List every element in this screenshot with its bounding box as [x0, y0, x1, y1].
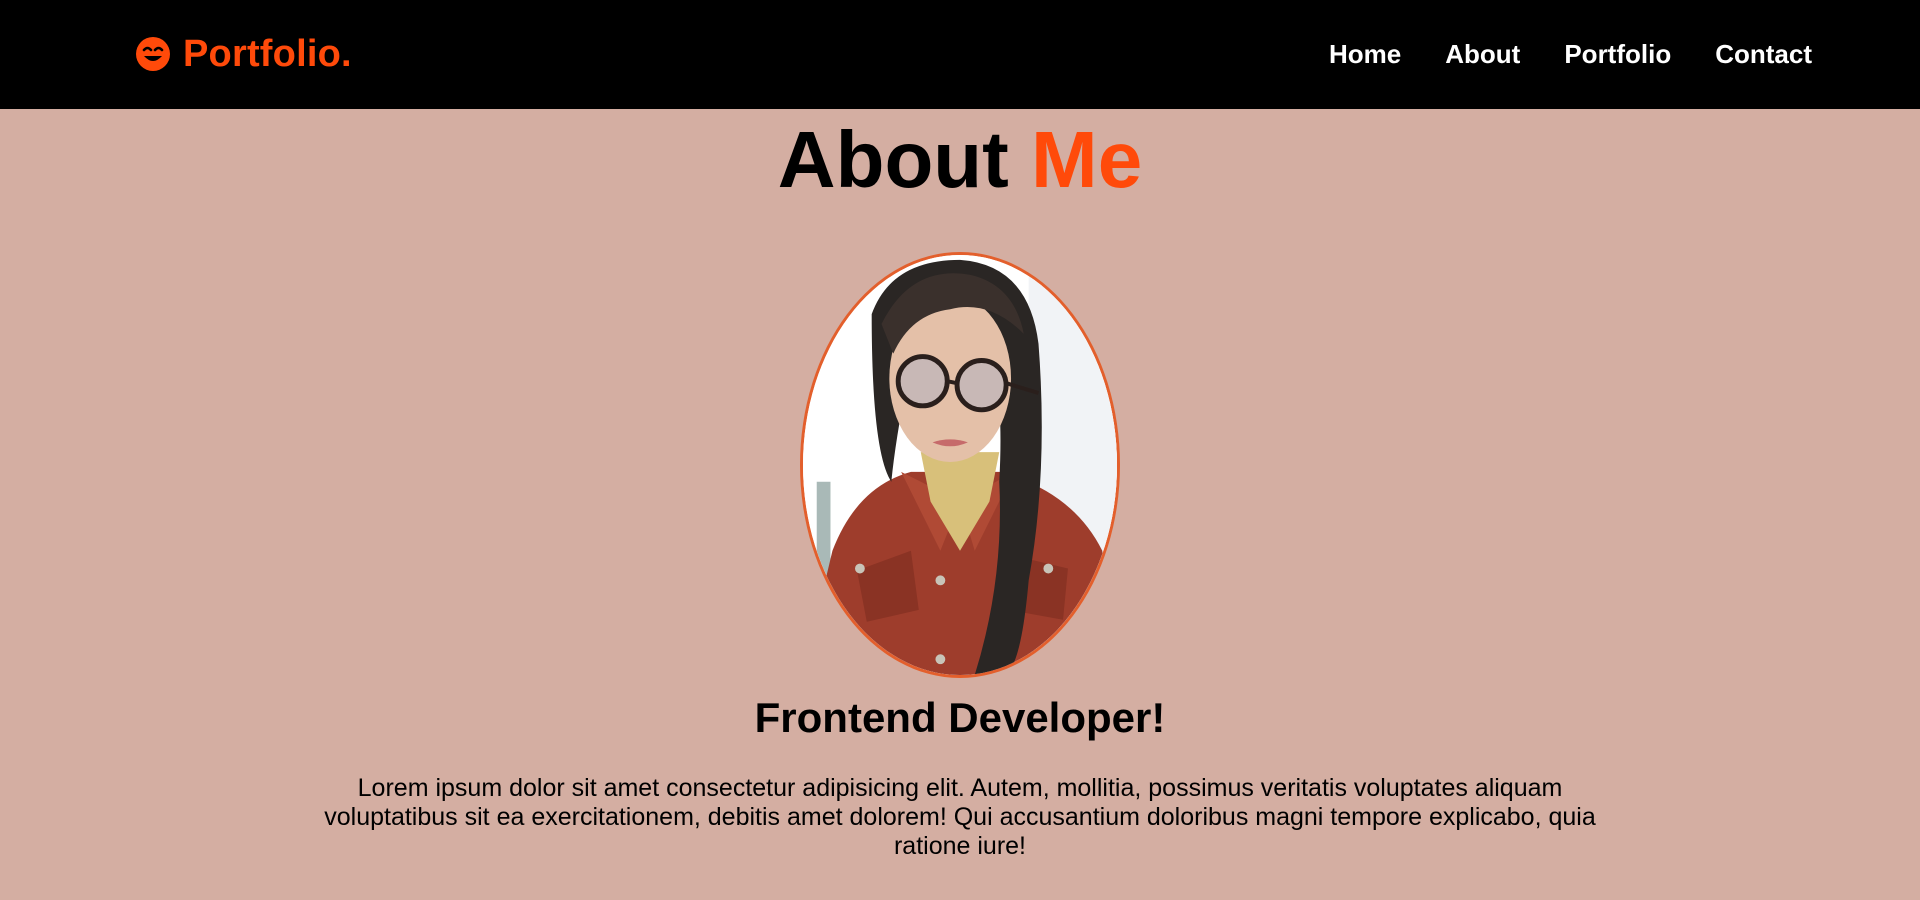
role-title: Frontend Developer! [754, 694, 1166, 741]
brand-name: Portfolio. [183, 33, 352, 75]
smiley-face-icon [136, 37, 170, 71]
nav-link-portfolio[interactable]: Portfolio [1564, 32, 1671, 76]
navbar: Portfolio. Home About Portfolio Contact [0, 0, 1920, 109]
nav-link-about[interactable]: About [1445, 32, 1520, 76]
profile-photo-image [803, 255, 1117, 675]
nav-link-contact[interactable]: Contact [1715, 32, 1812, 76]
nav-menu: Home About Portfolio Contact [1329, 32, 1812, 76]
section-title-accent: Me [1031, 115, 1143, 204]
section-title-main: About [777, 115, 1009, 204]
profile-photo [800, 252, 1120, 678]
section-title: About Me [0, 112, 1920, 208]
nav-link-home[interactable]: Home [1329, 32, 1401, 76]
bio-text: Lorem ipsum dolor sit amet consectetur a… [324, 774, 1596, 860]
brand-logo-link[interactable]: Portfolio. [135, 30, 352, 78]
